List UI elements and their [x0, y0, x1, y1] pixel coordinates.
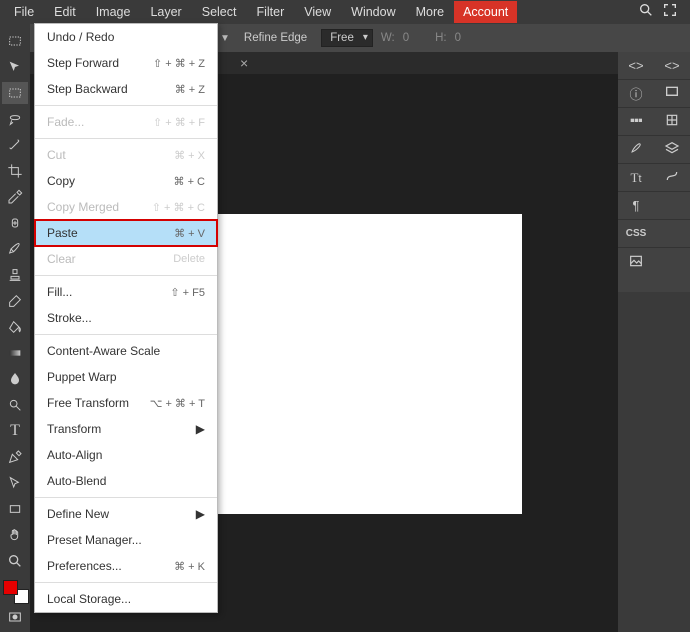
tool-eyedropper[interactable] [2, 186, 28, 208]
tool-heal[interactable] [2, 212, 28, 234]
histogram-icon[interactable] [657, 84, 687, 103]
edit-menu-item[interactable]: Step Forward⇧ + ⌘ + Z [35, 50, 217, 76]
tool-stamp[interactable] [2, 264, 28, 286]
tool-eraser[interactable] [2, 290, 28, 312]
swatches-icon[interactable] [621, 112, 651, 131]
tool-path-select[interactable] [2, 472, 28, 494]
color-swatch[interactable] [3, 580, 27, 602]
refine-edge-button[interactable]: Refine Edge [238, 32, 313, 44]
brush-panel-icon[interactable] [621, 140, 651, 159]
tool-bucket[interactable] [2, 316, 28, 338]
tool-marquee-rect[interactable] [2, 30, 28, 52]
menu-account[interactable]: Account [454, 1, 517, 23]
tool-crop[interactable] [2, 160, 28, 182]
tool-lasso[interactable] [2, 108, 28, 130]
menu-select[interactable]: Select [192, 1, 247, 23]
edit-menu-item: Fade...⇧ + ⌘ + F [35, 109, 217, 135]
document-tab[interactable]: × [230, 52, 258, 74]
tool-shape[interactable] [2, 498, 28, 520]
code2-icon[interactable]: <> [657, 58, 687, 73]
height-label: H: [435, 32, 447, 44]
tool-gradient[interactable] [2, 342, 28, 364]
edit-menu-item[interactable]: Auto-Blend [35, 468, 217, 494]
close-icon[interactable]: × [240, 55, 248, 71]
edit-menu-item[interactable]: Paste⌘ + V [35, 220, 217, 246]
info-icon[interactable]: ⓘ [621, 84, 651, 103]
edit-menu-item[interactable]: Define New▶ [35, 501, 217, 527]
edit-menu-item[interactable]: Undo / Redo [35, 24, 217, 50]
layers-icon[interactable] [657, 140, 687, 159]
edit-menu-item[interactable]: Transform▶ [35, 416, 217, 442]
css-panel-icon[interactable]: CSS [621, 228, 651, 239]
edit-menu-item[interactable]: Preset Manager... [35, 527, 217, 553]
edit-menu-item[interactable]: Step Backward⌘ + Z [35, 76, 217, 102]
mode-select[interactable]: Free [321, 29, 373, 47]
tool-strip: T [0, 24, 30, 632]
edit-menu-item: Cut⌘ + X [35, 142, 217, 168]
menu-window[interactable]: Window [341, 1, 405, 23]
tool-pen[interactable] [2, 446, 28, 468]
options-dropdown-icon[interactable]: ▼ [220, 33, 230, 44]
search-icon[interactable] [638, 2, 654, 23]
tool-hand[interactable] [2, 524, 28, 546]
right-panel: <> <> ⓘ Tt ¶ CSS [618, 52, 690, 292]
edit-menu-item[interactable]: Auto-Align [35, 442, 217, 468]
menu-view[interactable]: View [294, 1, 341, 23]
edit-menu-item[interactable]: Puppet Warp [35, 364, 217, 390]
edit-menu-item[interactable]: Preferences...⌘ + K [35, 553, 217, 579]
image-panel-icon[interactable] [621, 253, 651, 272]
menu-image[interactable]: Image [86, 1, 141, 23]
menu-layer[interactable]: Layer [140, 1, 191, 23]
tool-brush[interactable] [2, 238, 28, 260]
edit-menu-item[interactable]: Fill...⇧ + F5 [35, 279, 217, 305]
edit-menu-item: Copy Merged⇧ + ⌘ + C [35, 194, 217, 220]
edit-menu-item[interactable]: Free Transform⌥ + ⌘ + T [35, 390, 217, 416]
width-value: 0 [403, 32, 409, 44]
tool-marquee-rect-2[interactable] [2, 82, 28, 104]
code-icon[interactable]: <> [621, 58, 651, 73]
tool-wand[interactable] [2, 134, 28, 156]
menu-file[interactable]: File [4, 1, 44, 23]
edit-menu-dropdown: Undo / RedoStep Forward⇧ + ⌘ + ZStep Bac… [34, 23, 218, 613]
tool-type[interactable]: T [2, 420, 28, 442]
menubar: File Edit Image Layer Select Filter View… [0, 0, 690, 24]
menu-more[interactable]: More [406, 1, 454, 23]
menu-filter[interactable]: Filter [246, 1, 294, 23]
edit-menu-item[interactable]: Content-Aware Scale [35, 338, 217, 364]
tool-blur[interactable] [2, 368, 28, 390]
edit-menu-item[interactable]: Stroke... [35, 305, 217, 331]
paragraph-icon[interactable]: ¶ [621, 198, 651, 213]
edit-menu-item: ClearDelete [35, 246, 217, 272]
character-icon[interactable]: Tt [621, 170, 651, 186]
tool-dodge[interactable] [2, 394, 28, 416]
edit-menu-item[interactable]: Local Storage... [35, 586, 217, 612]
path-panel-icon[interactable] [657, 168, 687, 187]
tool-quickmask[interactable] [2, 606, 28, 628]
menu-edit[interactable]: Edit [44, 1, 86, 23]
edit-menu-item[interactable]: Copy⌘ + C [35, 168, 217, 194]
width-label: W: [381, 32, 395, 44]
grid-icon[interactable] [657, 112, 687, 131]
tool-move[interactable] [2, 56, 28, 78]
tool-zoom[interactable] [2, 550, 28, 572]
height-value: 0 [455, 32, 461, 44]
fullscreen-icon[interactable] [662, 2, 678, 23]
